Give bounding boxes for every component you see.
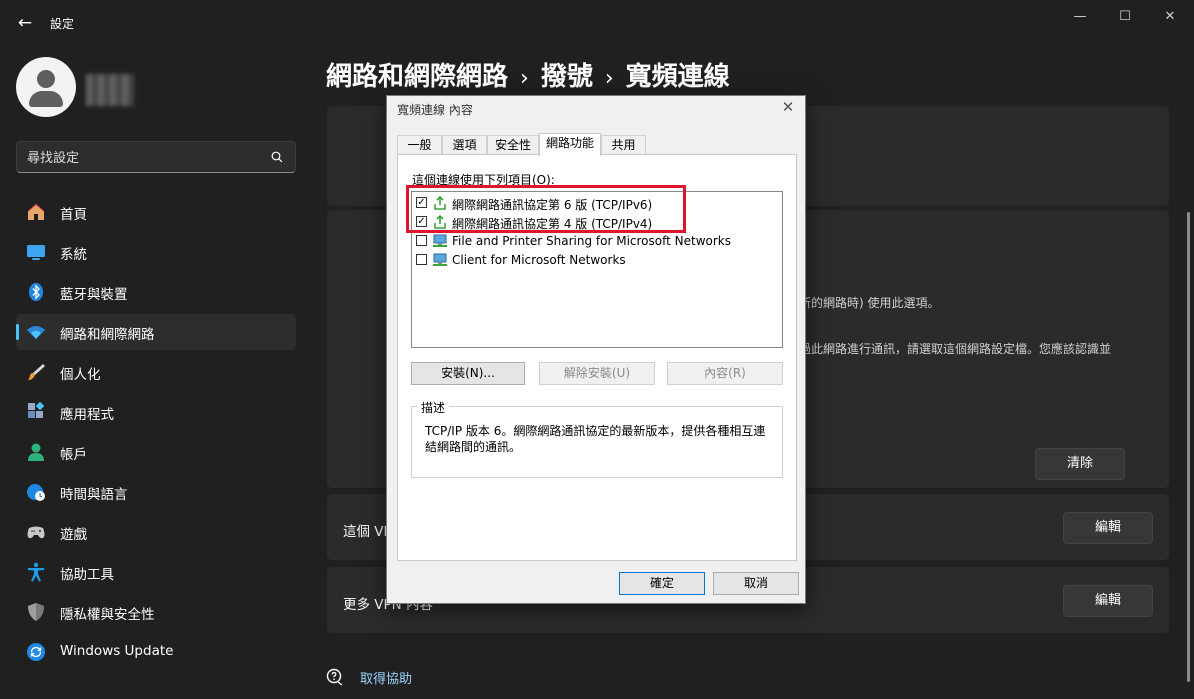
dialog-title: 寬頻連線 內容 bbox=[397, 103, 473, 117]
clear-button[interactable]: 清除 bbox=[1035, 448, 1125, 480]
sidebar-item-label: 系統 bbox=[60, 247, 87, 263]
sidebar-nav: 首頁 系統 藍牙與裝置 網路和網際網路 個人化 應用程式 帳戶 時間與語言 遊戲… bbox=[16, 194, 296, 674]
properties-button[interactable]: 內容(R) bbox=[667, 362, 783, 385]
sidebar-item-label: 首頁 bbox=[60, 207, 87, 223]
gamepad-icon bbox=[27, 526, 45, 539]
close-window-button[interactable]: ✕ bbox=[1150, 6, 1190, 28]
sidebar-item-label: 時間與語言 bbox=[60, 487, 128, 503]
wifi-icon bbox=[27, 326, 45, 339]
sidebar-item-apps[interactable]: 應用程式 bbox=[16, 394, 296, 430]
sidebar-item-label: 協助工具 bbox=[60, 567, 114, 583]
sidebar-item-time-language[interactable]: 時間與語言 bbox=[16, 474, 296, 510]
person-icon bbox=[28, 443, 44, 461]
tab-security[interactable]: 安全性 bbox=[487, 135, 539, 155]
file-printer-sharing-checkbox[interactable] bbox=[416, 235, 427, 246]
network-client-icon bbox=[433, 253, 447, 266]
list-item-label: Client for Microsoft Networks bbox=[452, 253, 626, 267]
list-item[interactable]: Client for Microsoft Networks bbox=[415, 251, 775, 269]
minimize-button[interactable]: — bbox=[1060, 6, 1100, 28]
scrollbar[interactable] bbox=[1187, 212, 1190, 682]
sidebar-item-label: 個人化 bbox=[60, 367, 101, 383]
cancel-button[interactable]: 取消 bbox=[713, 572, 799, 595]
brush-icon bbox=[28, 364, 45, 380]
help-chat-icon bbox=[326, 668, 343, 686]
sidebar-item-label: 遊戲 bbox=[60, 527, 87, 543]
breadcrumb-separator: › bbox=[604, 66, 614, 91]
get-help-link[interactable]: 取得協助 bbox=[360, 668, 412, 687]
app-title: 設定 bbox=[50, 17, 75, 31]
apps-icon bbox=[28, 402, 45, 418]
globe-clock-icon bbox=[27, 484, 45, 501]
sidebar-item-network[interactable]: 網路和網際網路 bbox=[16, 314, 296, 350]
list-item-label: File and Printer Sharing for Microsoft N… bbox=[452, 234, 731, 248]
sidebar-item-system[interactable]: 系統 bbox=[16, 234, 296, 270]
avatar[interactable] bbox=[16, 57, 76, 117]
edit-more-vpn-button[interactable]: 編輯 bbox=[1063, 585, 1153, 617]
tab-general[interactable]: 一般 bbox=[397, 135, 442, 155]
system-icon bbox=[27, 245, 45, 260]
description-title: 描述 bbox=[417, 399, 450, 416]
breadcrumb-separator: › bbox=[520, 66, 529, 91]
ok-button[interactable]: 確定 bbox=[619, 572, 705, 595]
tab-options[interactable]: 選項 bbox=[442, 135, 487, 155]
breadcrumb-broadband: 寬頻連線 bbox=[625, 62, 730, 92]
update-icon bbox=[27, 643, 45, 661]
ms-client-checkbox[interactable] bbox=[416, 254, 427, 265]
network-service-icon bbox=[433, 234, 447, 247]
breadcrumb-network[interactable]: 網路和網際網路 bbox=[326, 62, 508, 92]
sidebar-item-label: 藍牙與裝置 bbox=[60, 287, 128, 303]
sidebar-item-accessibility[interactable]: 協助工具 bbox=[16, 554, 296, 590]
search-input[interactable] bbox=[27, 148, 257, 168]
edit-vpn-button[interactable]: 編輯 bbox=[1063, 512, 1153, 544]
breadcrumb-dialup[interactable]: 撥號 bbox=[541, 62, 593, 92]
sidebar-item-privacy-security[interactable]: 隱私權與安全性 bbox=[16, 594, 296, 630]
sidebar-item-gaming[interactable]: 遊戲 bbox=[16, 514, 296, 550]
sidebar-item-label: 隱私權與安全性 bbox=[60, 607, 155, 623]
sidebar-item-label: Windows Update bbox=[60, 643, 174, 659]
back-arrow-icon[interactable]: ← bbox=[12, 10, 38, 36]
accessibility-icon bbox=[28, 562, 44, 582]
bluetooth-icon bbox=[29, 283, 43, 301]
shield-icon bbox=[28, 603, 44, 621]
dialog-close-button[interactable]: ✕ bbox=[779, 98, 797, 116]
sidebar-item-bluetooth[interactable]: 藍牙與裝置 bbox=[16, 274, 296, 310]
sidebar-item-home[interactable]: 首頁 bbox=[16, 194, 296, 230]
maximize-button[interactable]: ☐ bbox=[1105, 6, 1145, 28]
profile-description-text: 場所的網路時) 使用此選項。 bbox=[787, 296, 940, 310]
title-bar: ← 設定 — ☐ ✕ bbox=[0, 0, 1194, 46]
sidebar-item-accounts[interactable]: 帳戶 bbox=[16, 434, 296, 470]
connection-properties-dialog: 寬頻連線 內容 ✕ 一般 選項 安全性 網路功能 共用 這個連線使用下列項目(O… bbox=[386, 95, 806, 604]
list-item[interactable]: File and Printer Sharing for Microsoft N… bbox=[415, 232, 775, 250]
sidebar-item-label: 應用程式 bbox=[60, 407, 114, 423]
uninstall-button[interactable]: 解除安裝(U) bbox=[539, 362, 655, 385]
home-icon bbox=[28, 204, 44, 220]
description-text: TCP/IP 版本 6。網際網路通訊協定的最新版本，提供各種相互連結網路間的通訊… bbox=[425, 424, 766, 454]
search-icon[interactable] bbox=[271, 151, 283, 163]
search-box bbox=[16, 141, 296, 173]
sidebar-item-label: 帳戶 bbox=[60, 447, 87, 463]
tab-networking[interactable]: 網路功能 bbox=[539, 133, 601, 156]
sidebar-item-personalization[interactable]: 個人化 bbox=[16, 354, 296, 390]
profile-description-text: 透過此網路進行通訊，請選取這個網路設定檔。您應該認識並 bbox=[787, 342, 1112, 356]
install-button[interactable]: 安裝(N)... bbox=[411, 362, 525, 385]
sidebar-item-windows-update[interactable]: Windows Update bbox=[16, 634, 296, 670]
sidebar-item-label: 網路和網際網路 bbox=[60, 327, 155, 343]
annotation-highlight-box bbox=[406, 185, 686, 233]
tab-sharing[interactable]: 共用 bbox=[601, 135, 646, 155]
user-name-redacted bbox=[86, 74, 134, 106]
breadcrumb: 網路和網際網路 › 撥號 › 寬頻連線 bbox=[326, 56, 730, 93]
